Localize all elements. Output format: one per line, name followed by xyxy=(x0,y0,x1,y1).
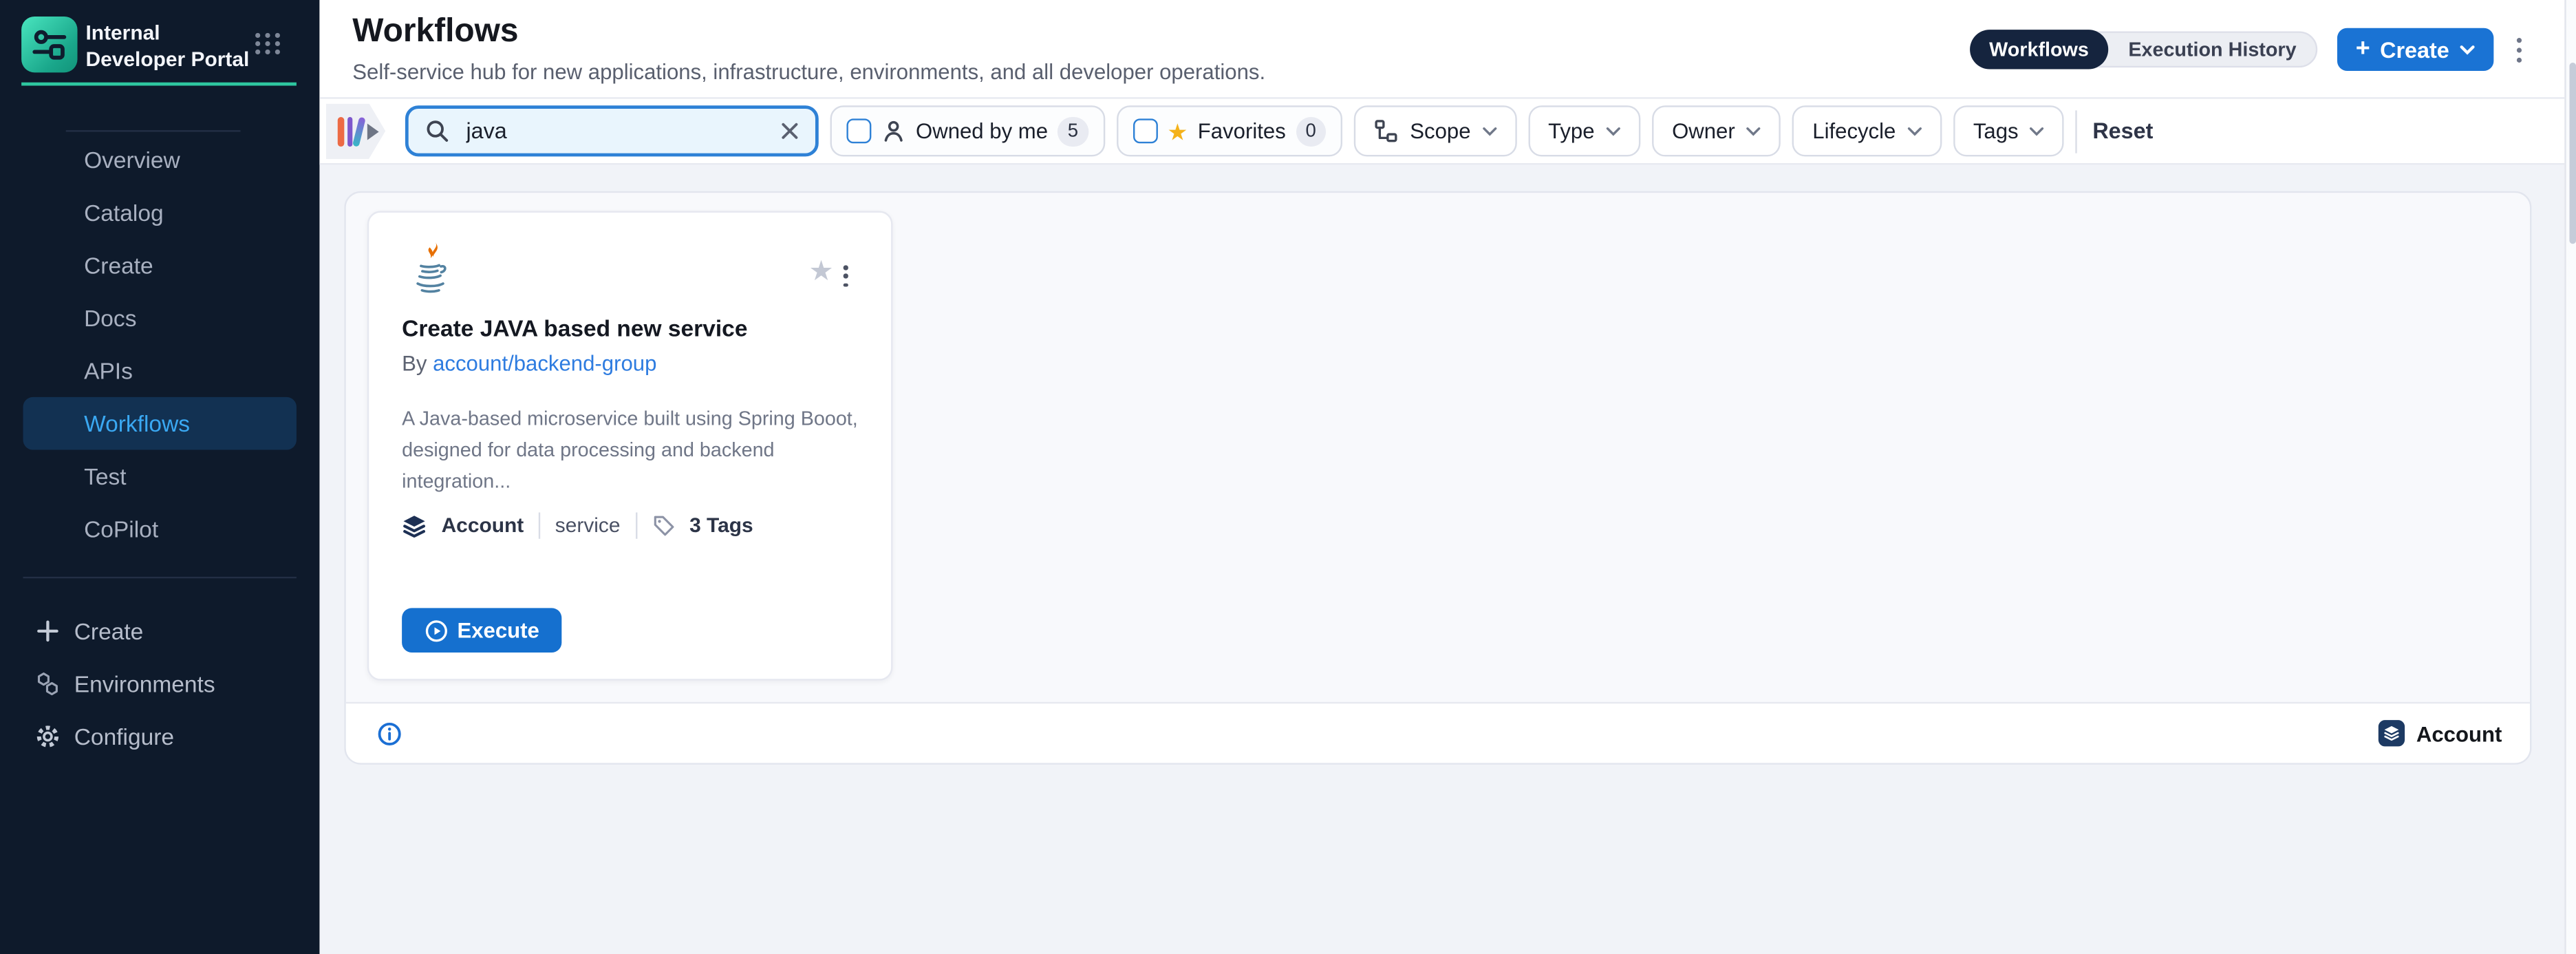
search-box xyxy=(405,105,819,156)
owned-by-me-count: 5 xyxy=(1058,116,1088,146)
sidebar-nav: Overview Catalog Create Docs APIs Workfl… xyxy=(0,134,319,555)
workflow-card[interactable]: ★ Create JAVA based new service By accou… xyxy=(367,211,893,680)
card-tags-count: 3 Tags xyxy=(689,514,753,538)
stripe-icon xyxy=(347,116,352,146)
card-meta-row: Account service 3 Tags xyxy=(402,513,753,539)
footer-scope-label: Account xyxy=(2416,721,2502,745)
card-menu-button[interactable] xyxy=(840,262,851,291)
tab-workflows[interactable]: Workflows xyxy=(1969,30,2108,69)
tab-execution-history[interactable]: Execution History xyxy=(2109,31,2317,67)
page-title: Workflows xyxy=(352,13,518,51)
owned-by-me-checkbox[interactable] xyxy=(846,118,871,143)
card-description: A Java-based microservice built using Sp… xyxy=(402,404,870,499)
favorites-count: 0 xyxy=(1296,116,1326,146)
accent-bar xyxy=(21,83,297,86)
sidebar-item-create-bottom[interactable]: Create xyxy=(0,605,319,658)
reset-button[interactable]: Reset xyxy=(2090,118,2157,143)
lifecycle-dropdown[interactable]: Lifecycle xyxy=(1793,105,1942,156)
sidebar-footer-nav: Create Environments Conf xyxy=(0,605,319,763)
footer-scope-badge: Account xyxy=(2379,720,2502,746)
chevron-down-icon xyxy=(1907,126,1922,136)
favorite-star-icon[interactable]: ★ xyxy=(808,257,834,285)
play-circle-icon xyxy=(425,619,448,642)
app-title: Internal Developer Portal xyxy=(85,20,264,74)
card-owner-link[interactable]: account/backend-group xyxy=(433,351,656,376)
card-scope-label: Account xyxy=(442,514,524,538)
sidebar-item-configure[interactable]: Configure xyxy=(0,710,319,763)
sidebar: Internal Developer Portal Overview Catal… xyxy=(0,0,319,954)
create-button[interactable]: + Create xyxy=(2337,28,2493,71)
sidebar-item-catalog[interactable]: Catalog xyxy=(0,187,319,240)
star-icon: ★ xyxy=(1167,120,1188,143)
expand-triangle-icon xyxy=(367,123,379,139)
layers-icon xyxy=(2379,720,2405,746)
app-window: Internal Developer Portal Overview Catal… xyxy=(0,0,2576,954)
header-actions: Workflows Execution History + Create xyxy=(1969,28,2524,71)
chevron-down-icon xyxy=(2030,126,2045,136)
sidebar-divider xyxy=(66,130,241,131)
view-toggle: Workflows Execution History xyxy=(1969,31,2317,67)
hexagons-icon xyxy=(33,670,61,698)
clear-search-icon[interactable] xyxy=(781,122,799,140)
chevron-down-icon xyxy=(1606,126,1621,136)
meta-divider xyxy=(539,513,540,539)
apps-grid-icon[interactable] xyxy=(255,33,281,54)
stripe-icon xyxy=(352,116,365,146)
meta-divider xyxy=(635,513,636,539)
type-dropdown[interactable]: Type xyxy=(1528,105,1640,156)
workflows-panel: ★ Create JAVA based new service By accou… xyxy=(344,191,2531,765)
search-input[interactable] xyxy=(463,117,768,145)
panel-footer: Account xyxy=(346,702,2530,763)
tags-dropdown[interactable]: Tags xyxy=(1953,105,2065,156)
java-logo-icon xyxy=(411,241,449,308)
page-subtitle: Self-service hub for new applications, i… xyxy=(352,59,1265,84)
overflow-menu-button[interactable] xyxy=(2513,34,2525,65)
sidebar-item-test[interactable]: Test xyxy=(0,450,319,503)
sidebar-item-docs[interactable]: Docs xyxy=(0,292,319,345)
scrollbar-track xyxy=(2564,0,2576,954)
favorites-label: Favorites xyxy=(1198,118,1286,143)
extension-widget[interactable] xyxy=(326,103,385,159)
chevron-down-icon xyxy=(1482,126,1497,136)
search-icon xyxy=(425,118,450,143)
sidebar-divider xyxy=(23,577,297,578)
stripe-icon xyxy=(338,116,343,146)
filter-divider xyxy=(2076,109,2077,152)
info-icon[interactable] xyxy=(377,721,402,745)
sidebar-item-workflows[interactable]: Workflows xyxy=(0,397,319,450)
sidebar-item-create[interactable]: Create xyxy=(0,239,319,292)
chevron-down-icon xyxy=(1747,126,1762,136)
app-logo-icon xyxy=(21,17,77,72)
layers-icon xyxy=(402,513,427,538)
card-type-label: service xyxy=(555,514,621,538)
owned-by-me-filter[interactable]: Owned by me 5 xyxy=(830,105,1105,156)
execute-button[interactable]: Execute xyxy=(402,608,561,653)
sidebar-item-environments[interactable]: Environments xyxy=(0,657,319,710)
page-header: Workflows Self-service hub for new appli… xyxy=(319,0,2564,99)
plus-icon: + xyxy=(2356,36,2370,61)
favorites-checkbox[interactable] xyxy=(1133,118,1157,143)
scrollbar-thumb[interactable] xyxy=(2568,63,2575,244)
filter-bar: Owned by me 5 ★ Favorites 0 Scope Type O… xyxy=(319,99,2564,165)
card-title: Create JAVA based new service xyxy=(402,315,747,341)
plus-icon xyxy=(33,617,61,646)
sidebar-item-copilot[interactable]: CoPilot xyxy=(0,502,319,555)
sidebar-item-overview[interactable]: Overview xyxy=(0,134,319,187)
chevron-down-icon xyxy=(2459,43,2476,55)
card-byline: By account/backend-group xyxy=(402,351,656,376)
user-icon xyxy=(881,118,906,143)
tag-icon xyxy=(652,514,675,538)
gear-icon xyxy=(33,723,61,751)
sidebar-item-apis[interactable]: APIs xyxy=(0,344,319,397)
owned-by-me-label: Owned by me xyxy=(916,118,1048,143)
owner-dropdown[interactable]: Owner xyxy=(1652,105,1781,156)
scope-dropdown[interactable]: Scope xyxy=(1354,105,1517,156)
sitemap-icon xyxy=(1374,118,1399,143)
favorites-filter[interactable]: ★ Favorites 0 xyxy=(1116,105,1342,156)
